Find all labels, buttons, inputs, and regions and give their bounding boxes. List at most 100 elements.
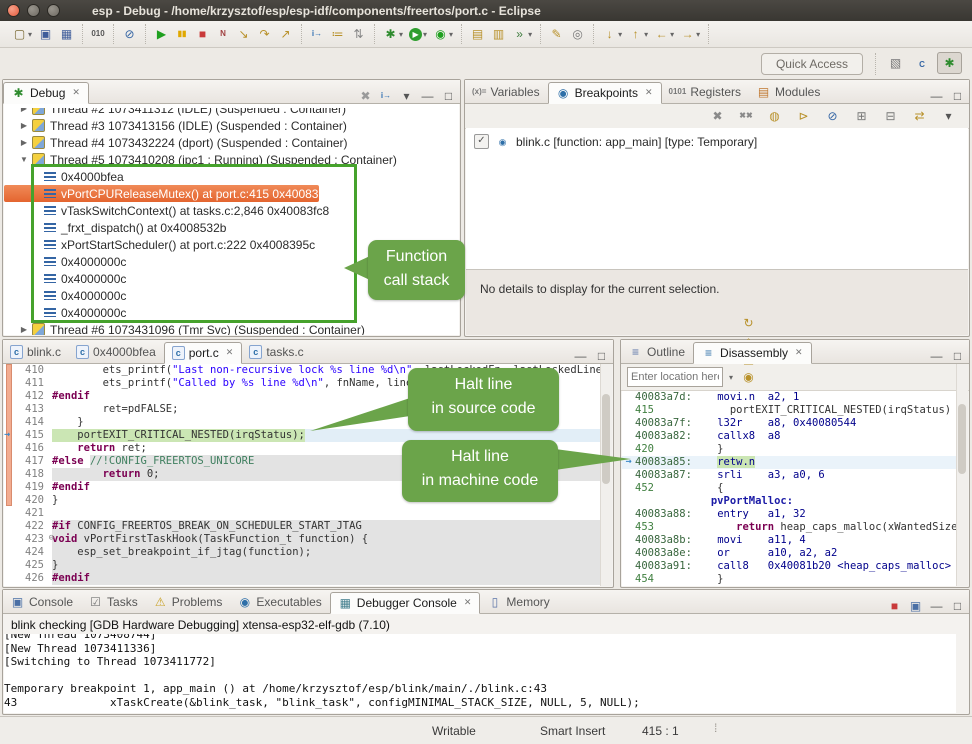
maximize-button[interactable]: □: [950, 599, 965, 613]
profile-button[interactable]: ◉▾: [430, 25, 456, 43]
stack-frame-row[interactable]: vTaskSwitchContext() at tasks.c:2,846 0x…: [4, 202, 459, 219]
window-close-button[interactable]: [7, 4, 20, 17]
tab-console[interactable]: ▣Console: [3, 591, 81, 613]
cpp-perspective-button[interactable]: C: [911, 53, 933, 73]
step-into-button[interactable]: ↘: [233, 25, 254, 43]
minimize-button[interactable]: ―: [929, 349, 944, 363]
run-button[interactable]: ▶▾: [406, 26, 430, 43]
tree-expand-icon[interactable]: ▶: [18, 108, 30, 113]
tab-breakpoints[interactable]: ◉Breakpoints✕: [548, 82, 662, 104]
last-edit-button[interactable]: ↓▾: [599, 25, 625, 43]
close-icon[interactable]: ✕: [72, 87, 80, 98]
remove-all-terminated-button[interactable]: ✖: [358, 89, 373, 103]
open-element-button[interactable]: ◎: [567, 25, 588, 43]
minimize-button[interactable]: ―: [420, 89, 435, 103]
terminate-button[interactable]: ■: [192, 25, 213, 43]
dropdown-arrow-icon[interactable]: ▾: [528, 30, 532, 39]
editor-scrollbar[interactable]: [600, 364, 612, 586]
location-dropdown-icon[interactable]: ▾: [729, 373, 733, 382]
stack-frame-row[interactable]: 0x4000000c: [4, 304, 459, 321]
tab-port-c[interactable]: cport.c✕: [164, 342, 243, 364]
close-icon[interactable]: ✕: [226, 347, 234, 358]
dropdown-arrow-icon[interactable]: ▾: [696, 30, 700, 39]
dropdown-arrow-icon[interactable]: ▾: [670, 30, 674, 39]
collapse-all-button[interactable]: ⊟: [880, 107, 901, 125]
thread-row[interactable]: ▶Thread #6 1073431096 (Tmr Svc) (Suspend…: [4, 321, 459, 335]
tab-modules[interactable]: ▤Modules: [749, 81, 828, 103]
back-button[interactable]: ←▾: [651, 25, 677, 43]
step-over-button[interactable]: ↷: [254, 25, 275, 43]
build-binary-button[interactable]: 010: [88, 25, 108, 43]
breakpoint-row[interactable]: ✓ ◉ blink.c [function: app_main] [type: …: [466, 128, 968, 155]
console-terminate-button[interactable]: ■: [887, 599, 902, 613]
fold-minus-icon[interactable]: ⊖: [49, 533, 54, 543]
thread-row[interactable]: ▶Thread #4 1073432224 (dport) (Suspended…: [4, 134, 459, 151]
instruction-stepping-button[interactable]: i→: [307, 25, 327, 43]
save-button[interactable]: ▣: [35, 25, 56, 43]
tab-disassembly[interactable]: ≡Disassembly✕: [693, 342, 812, 364]
tab-outline[interactable]: ≡Outline: [621, 341, 693, 363]
remove-button[interactable]: ✖: [707, 107, 728, 125]
maximize-button[interactable]: □: [950, 89, 965, 103]
new-wizard-button[interactable]: ▢▾: [9, 25, 35, 43]
next-annotation-button[interactable]: ↑▾: [625, 25, 651, 43]
skip-all-breakpoints-button[interactable]: ⊘: [822, 107, 843, 125]
console-output[interactable]: [New Thread 1073408744][New Thread 10734…: [4, 634, 956, 713]
stack-frame-row[interactable]: 0x4000bfea: [4, 168, 459, 185]
thread-row[interactable]: ▼Thread #5 1073410208 (ipc1 : Running) (…: [4, 151, 459, 168]
tab-debugger-console[interactable]: ▦Debugger Console✕: [330, 592, 481, 614]
save-all-button[interactable]: ▦: [56, 25, 77, 43]
close-icon[interactable]: ✕: [464, 597, 472, 608]
view-management-button[interactable]: ≔: [327, 25, 348, 43]
maximize-button[interactable]: □: [594, 349, 609, 363]
dropdown-arrow-icon[interactable]: ▾: [399, 30, 403, 39]
disassembly-scrollbar[interactable]: [956, 364, 968, 586]
tree-expand-icon[interactable]: ▶: [18, 121, 30, 130]
open-folder-button[interactable]: ▥: [488, 25, 509, 43]
stack-frame-row[interactable]: _frxt_dispatch() at 0x4008532b: [4, 219, 459, 236]
remove-all-button[interactable]: ✖✖: [736, 107, 756, 125]
tab-memory[interactable]: ▯Memory: [480, 591, 557, 613]
window-minimize-button[interactable]: [27, 4, 40, 17]
window-maximize-button[interactable]: [47, 4, 60, 17]
dropdown-arrow-icon[interactable]: ▾: [423, 30, 427, 39]
tab-problems[interactable]: ⚠Problems: [146, 591, 231, 613]
tab-debug[interactable]: ✱Debug✕: [3, 82, 89, 104]
sync-button[interactable]: ↻: [738, 314, 759, 332]
view-menu-button[interactable]: ▾: [938, 107, 959, 125]
skip-all-breakpoints-button[interactable]: ⊘: [119, 25, 140, 43]
suspend-button[interactable]: ▮▮: [172, 25, 192, 43]
minimize-button[interactable]: ―: [573, 349, 588, 363]
tab-0x4000bfea[interactable]: c0x4000bfea: [69, 341, 164, 363]
disconnect-button[interactable]: N: [213, 25, 233, 43]
close-icon[interactable]: ✕: [645, 87, 653, 98]
view-menu-button[interactable]: ▾: [399, 89, 414, 103]
dropdown-arrow-icon[interactable]: ▾: [644, 30, 648, 39]
forward-button[interactable]: →▾: [677, 25, 703, 43]
debug-button[interactable]: ✱▾: [380, 25, 406, 43]
external-tools-button[interactable]: »▾: [509, 25, 535, 43]
dropdown-arrow-icon[interactable]: ▾: [618, 30, 622, 39]
dropdown-arrow-icon[interactable]: ▾: [449, 30, 453, 39]
tab-tasks[interactable]: ☑Tasks: [81, 591, 146, 613]
stack-frame-row[interactable]: vPortCPUReleaseMutex() at port.c:415 0x4…: [4, 185, 319, 202]
goto-file-button[interactable]: ⊳: [793, 107, 814, 125]
tab-registers[interactable]: 0101Registers: [662, 81, 749, 103]
link-with-debug-button[interactable]: ⇄: [909, 107, 930, 125]
instruction-stepping-button[interactable]: i→: [379, 89, 393, 103]
disassembly-listing[interactable]: 40083a7d: movi.n a2, 1415 portEXIT_CRITI…: [622, 391, 968, 586]
tab-executables[interactable]: ◉Executables: [230, 591, 329, 613]
tree-expand-icon[interactable]: ▶: [18, 325, 30, 334]
new-project-button[interactable]: ▤: [467, 25, 488, 43]
show-breakpoint-types-button[interactable]: ◍: [764, 107, 785, 125]
tab-variables[interactable]: (x)=Variables: [465, 81, 548, 103]
minimize-button[interactable]: ―: [929, 599, 944, 613]
tree-expand-icon[interactable]: ▶: [18, 138, 30, 147]
step-filters-button[interactable]: ⇅: [348, 25, 369, 43]
open-perspective-button[interactable]: ▧: [884, 53, 907, 73]
tab-tasks-c[interactable]: ctasks.c: [242, 341, 311, 363]
maximize-button[interactable]: □: [441, 89, 456, 103]
thread-row[interactable]: ▶Thread #2 1073411312 (IDLE) (Suspended …: [4, 108, 459, 117]
expand-all-button[interactable]: ⊞: [851, 107, 872, 125]
tab-blink-c[interactable]: cblink.c: [3, 341, 69, 363]
